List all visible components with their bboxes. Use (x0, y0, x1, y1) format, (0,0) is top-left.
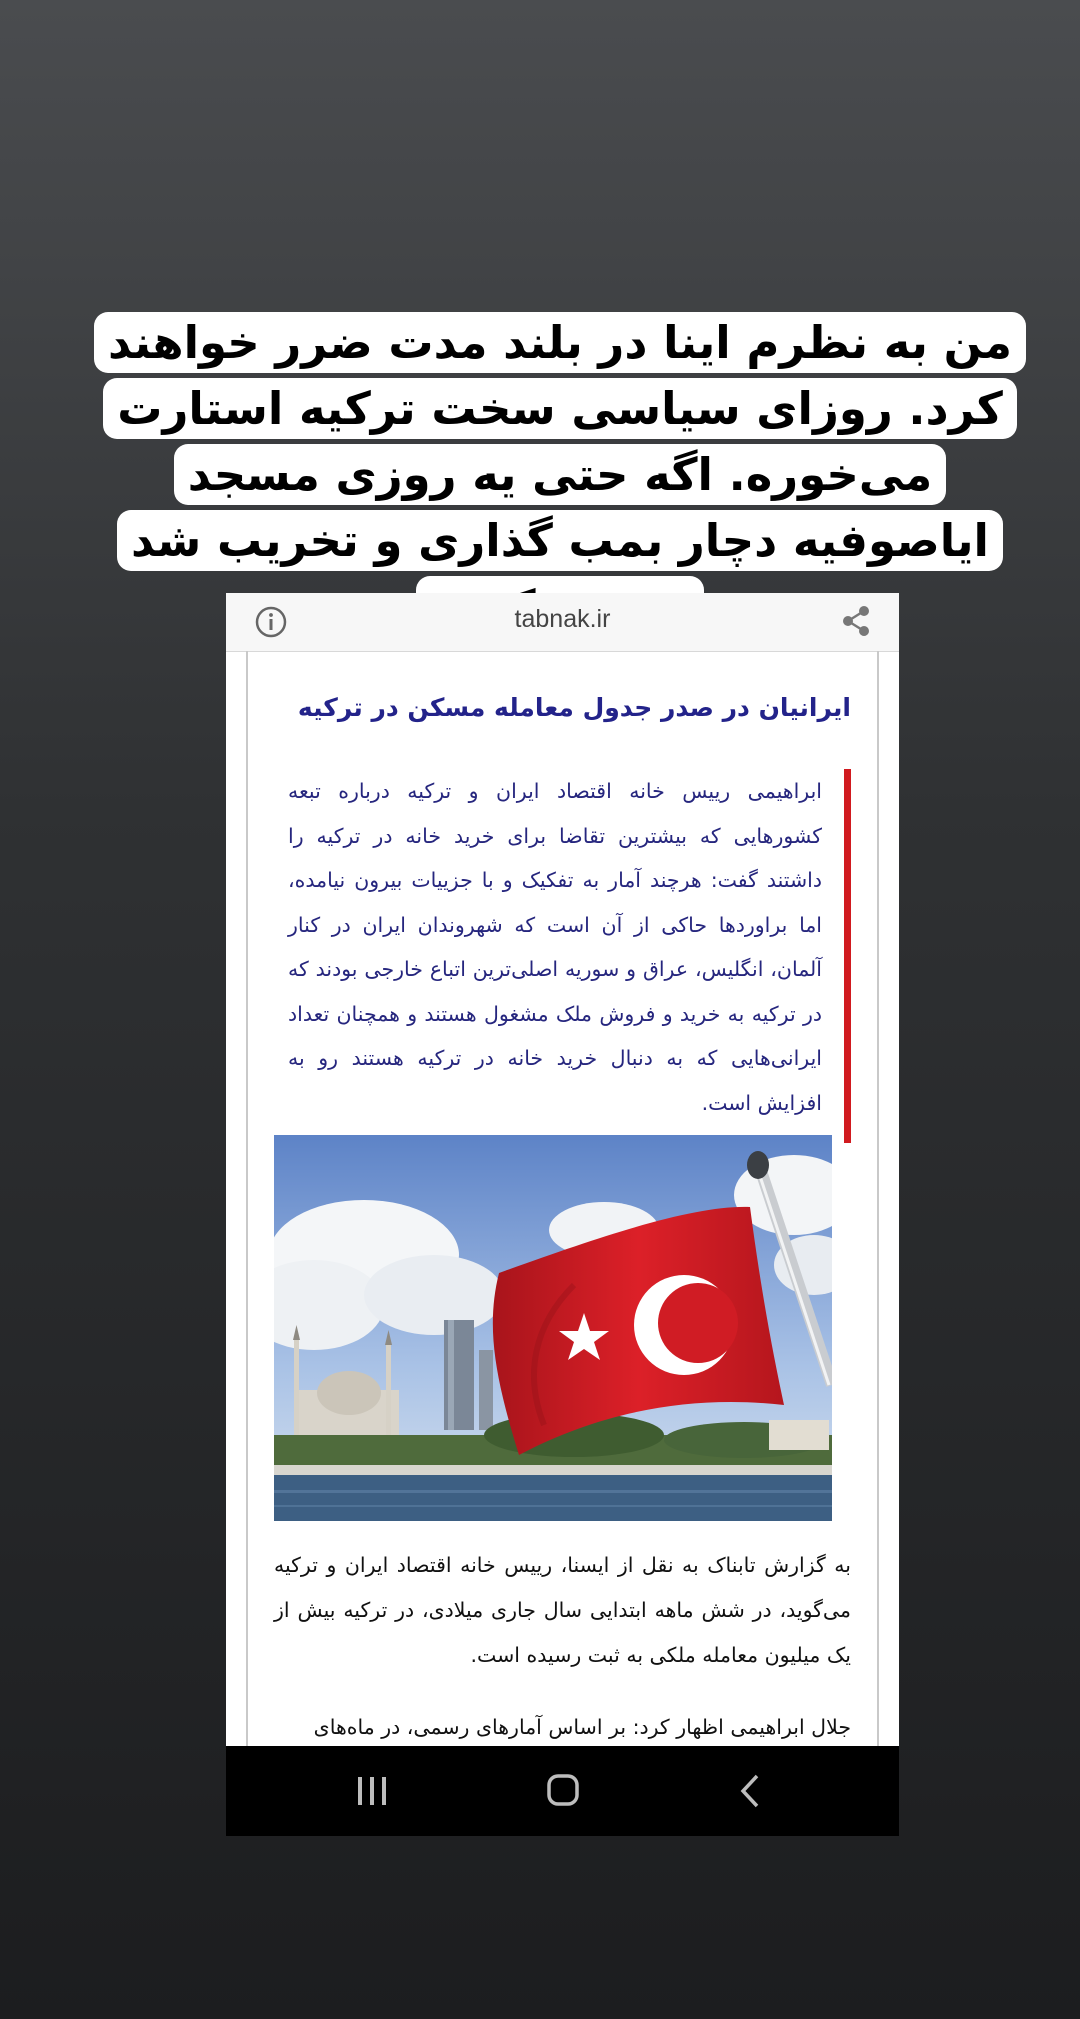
article-headline[interactable]: ایرانیان در صدر جدول معامله مسکن در ترکی… (266, 693, 851, 722)
article-paragraph-1: به گزارش تابناک به نقل از ایسنا، رییس خا… (274, 1553, 851, 1667)
back-icon[interactable] (738, 1772, 762, 1810)
android-nav-bar (226, 1746, 899, 1836)
home-icon[interactable] (546, 1772, 580, 1808)
browser-top-bar: tabnak.ir (226, 593, 899, 652)
recents-icon[interactable] (356, 1774, 388, 1808)
share-icon[interactable] (841, 605, 871, 637)
turkish-flag-photo (274, 1135, 832, 1521)
article-screenshot: tabnak.ir ایرانیان در صدر جدول معامله مس… (226, 593, 899, 1836)
article-lead: ابراهیمی رییس خانه اقتصاد ایران و ترکیه … (288, 769, 851, 1143)
article-paragraph-2: جلال ابراهیمی اظهار کرد: بر اساس آمارهای… (313, 1715, 851, 1739)
caption-text: من به نظرم اینا در بلند مدت ضرر خواهند ک… (94, 312, 1026, 637)
site-domain[interactable]: tabnak.ir (226, 605, 899, 634)
story-caption: من به نظرم اینا در بلند مدت ضرر خواهند ک… (88, 310, 1032, 640)
